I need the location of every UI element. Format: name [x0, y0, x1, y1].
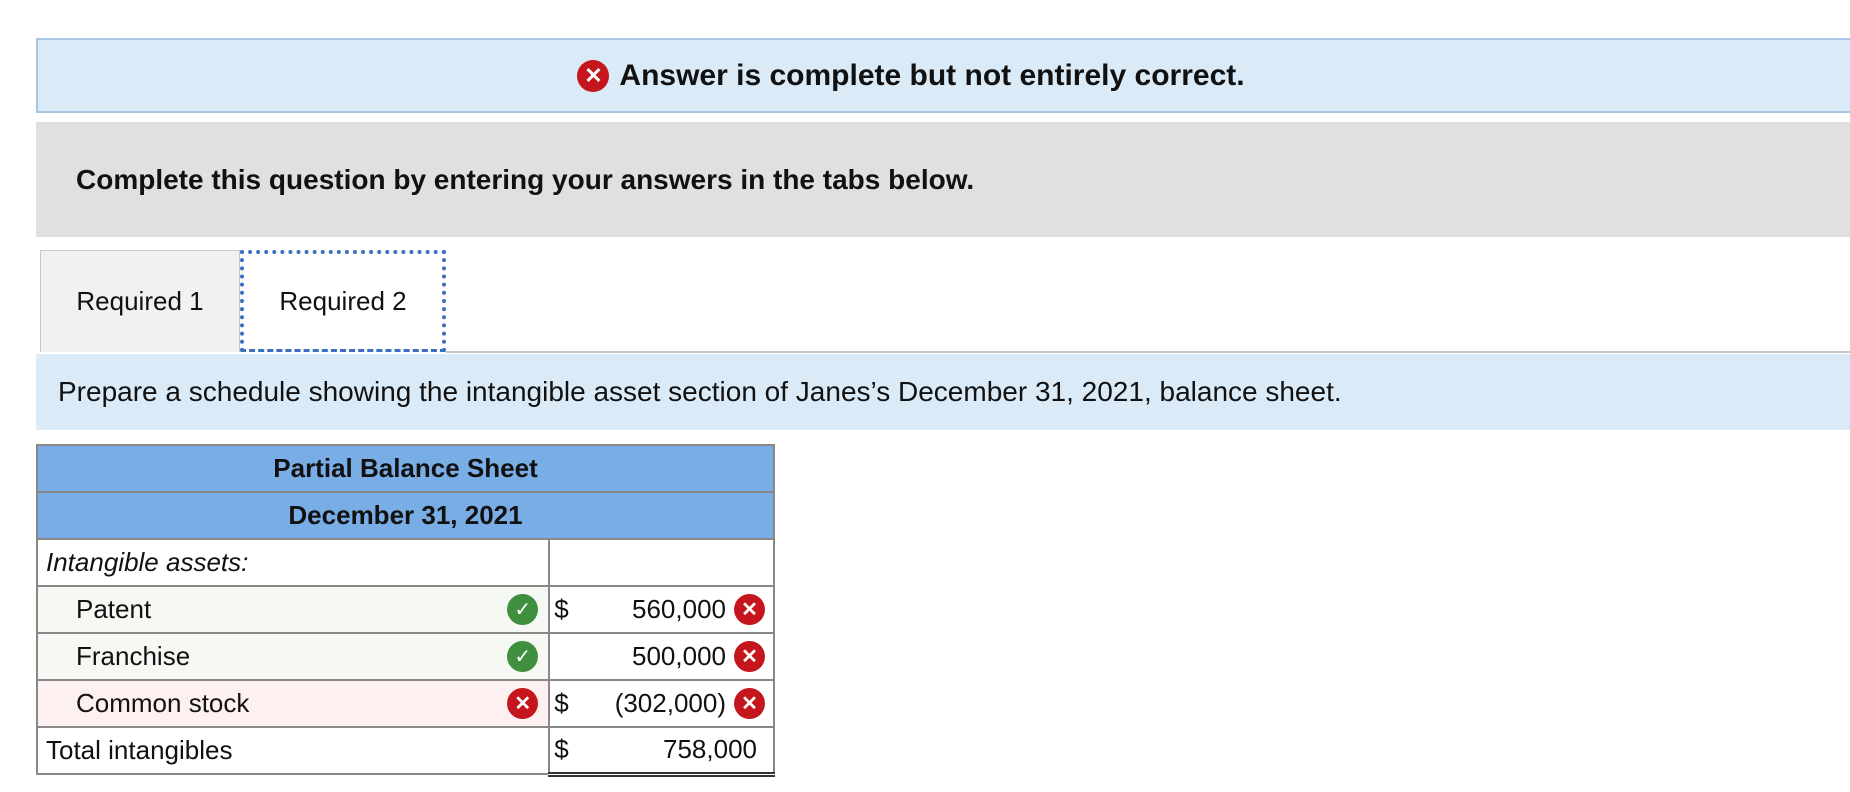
sheet-date-row: December 31, 2021: [36, 491, 775, 540]
table-row: Franchise ✓ 500,000 ✕: [35, 632, 775, 681]
error-icon: ✕: [734, 688, 765, 719]
row-amount: (302,000): [614, 688, 726, 718]
feedback-banner: ✕ Answer is complete but not entirely co…: [36, 38, 1850, 113]
sheet-date: December 31, 2021: [36, 491, 775, 540]
prompt-text: Prepare a schedule showing the intangibl…: [58, 376, 1342, 407]
currency-symbol: $: [554, 594, 569, 624]
row-label: Franchise: [76, 641, 191, 671]
partial-balance-sheet: Partial Balance Sheet December 31, 2021 …: [35, 444, 775, 777]
question-prompt: Prepare a schedule showing the intangibl…: [36, 354, 1850, 430]
tab-label: Required 2: [279, 286, 407, 316]
total-row: Total intangibles $ 758,000: [35, 726, 775, 777]
total-amount: 758,000: [663, 734, 757, 765]
sheet-title: Partial Balance Sheet: [36, 444, 775, 493]
row-amount-cell[interactable]: $ 560,000 ✕: [548, 585, 775, 634]
total-amount-cell: $ 758,000: [548, 726, 775, 777]
sheet-title-row: Partial Balance Sheet: [36, 444, 775, 493]
error-icon: ✕: [734, 594, 765, 625]
row-label-cell[interactable]: Common stock ✕: [35, 679, 551, 728]
currency-symbol: $: [554, 688, 569, 718]
check-icon: ✓: [507, 594, 539, 625]
error-icon: ✕: [577, 59, 610, 92]
tab-required-1[interactable]: Required 1: [40, 250, 240, 352]
error-icon: ✕: [507, 688, 539, 719]
row-amount: 500,000: [632, 641, 726, 671]
tab-required-2[interactable]: Required 2: [240, 250, 446, 352]
error-icon: ✕: [734, 641, 765, 672]
currency-symbol: $: [554, 734, 569, 765]
total-label: Total intangibles: [35, 726, 551, 775]
row-label: Common stock: [76, 688, 250, 718]
tab-bar: Required 1 Required 2: [40, 250, 446, 352]
tab-divider: [446, 351, 1850, 353]
table-row: Common stock ✕ $ (302,000) ✕: [35, 679, 775, 728]
tab-label: Required 1: [76, 286, 204, 316]
feedback-content: ✕ Answer is complete but not entirely co…: [577, 58, 1245, 93]
row-amount-cell[interactable]: $ (302,000) ✕: [548, 679, 775, 728]
row-amount: 560,000: [632, 594, 726, 624]
table-row: Patent ✓ $ 560,000 ✕: [35, 585, 775, 634]
row-label: Patent: [76, 594, 152, 624]
feedback-text: Answer is complete but not entirely corr…: [619, 58, 1245, 92]
section-value-cell: [548, 538, 775, 587]
instruction-text: Complete this question by entering your …: [76, 163, 975, 195]
check-icon: ✓: [507, 641, 539, 672]
row-label-cell[interactable]: Franchise ✓: [35, 632, 551, 681]
section-label: Intangible assets:: [35, 538, 551, 587]
row-label-cell[interactable]: Patent ✓: [35, 585, 551, 634]
instruction-bar: Complete this question by entering your …: [36, 122, 1850, 237]
row-amount-cell[interactable]: 500,000 ✕: [548, 632, 775, 681]
section-row: Intangible assets:: [35, 538, 775, 587]
